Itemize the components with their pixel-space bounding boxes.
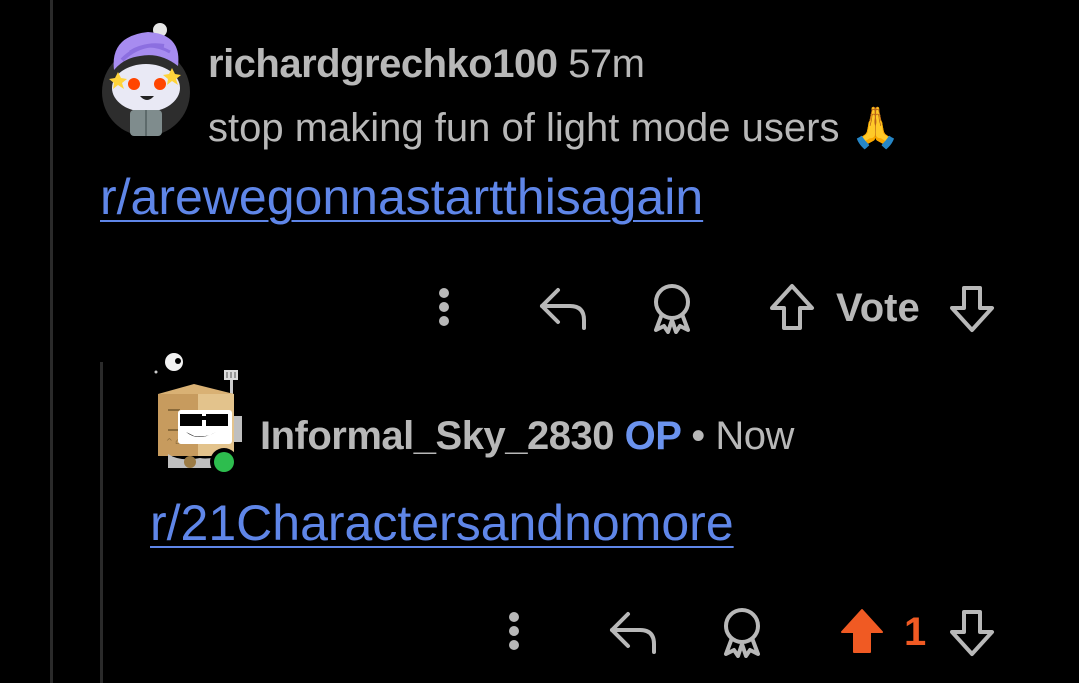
avatar[interactable] [100,22,192,140]
timestamp: 57m [568,42,645,86]
op-badge: OP [624,414,682,458]
subreddit-link[interactable]: r/arewegonnastartthisagain [100,168,703,226]
downvote-icon[interactable] [948,608,996,663]
vote-label: Vote [836,286,920,330]
reply-icon[interactable] [608,608,660,661]
thread-line[interactable] [50,0,53,683]
username[interactable]: Informal_Sky_2830 OP • Now [260,414,794,459]
award-icon[interactable] [718,606,766,663]
timestamp: Now [715,414,794,458]
reply-icon[interactable] [538,284,590,337]
upvote-icon[interactable] [838,606,886,661]
award-icon[interactable] [648,282,696,339]
more-icon[interactable] [434,286,454,333]
downvote-icon[interactable] [948,284,996,339]
separator: • [691,414,705,458]
reply-thread-line[interactable] [100,362,103,683]
username[interactable]: richardgrechko100 57m [208,42,645,87]
comment-body: stop making fun of light mode users 🙏 [208,106,901,150]
more-icon[interactable] [504,610,524,657]
subreddit-link[interactable]: r/21Charactersandnomore [150,494,734,552]
username-text[interactable]: Informal_Sky_2830 [260,414,614,458]
vote-count: 1 [904,610,927,654]
upvote-icon[interactable] [768,282,816,337]
avatar[interactable]: ^ ⌂ [150,350,250,480]
username-text[interactable]: richardgrechko100 [208,42,558,86]
